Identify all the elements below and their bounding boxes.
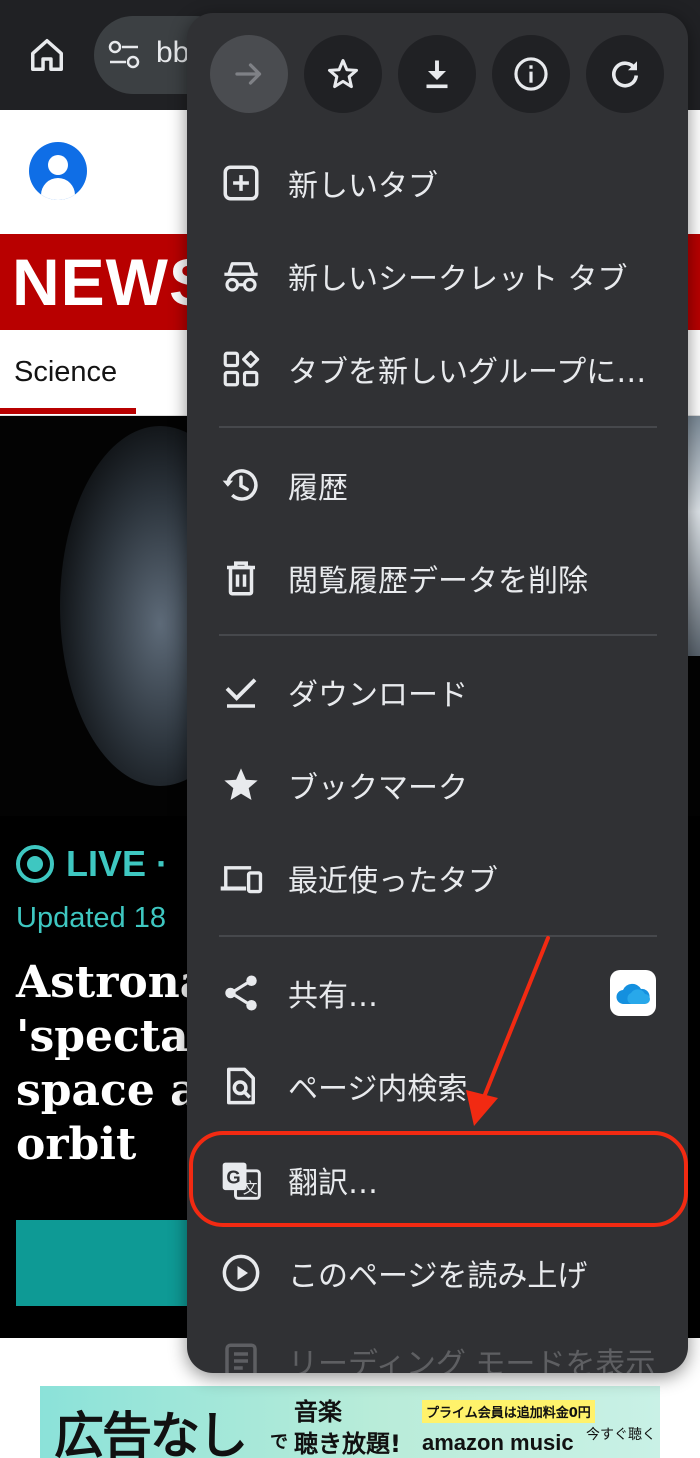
menu-item-reading-mode[interactable]: リーディング モードを表示 <box>187 1315 688 1373</box>
page-info-button[interactable] <box>492 35 570 113</box>
nav-item-science[interactable]: Science <box>14 356 117 389</box>
info-icon <box>514 57 548 91</box>
menu-item-label: 最近使ったタブ <box>288 864 498 899</box>
forward-button[interactable] <box>210 35 288 113</box>
bookmark-button[interactable] <box>304 35 382 113</box>
menu-item-label: 新しいタブ <box>288 169 438 204</box>
plus-box-icon <box>219 161 263 205</box>
home-icon <box>31 39 63 71</box>
menu-item-new-tab[interactable]: 新しいタブ <box>187 137 688 229</box>
menu-item-clear-data[interactable]: 閲覧履歴データを削除 <box>187 532 688 624</box>
live-badge: LIVE · <box>16 842 168 886</box>
menu-item-label: 履歴 <box>288 471 348 506</box>
menu-item-label: 新しいシークレット タブ <box>288 262 628 297</box>
tune-icon[interactable] <box>108 40 140 70</box>
menu-divider <box>219 634 657 636</box>
updated-time: Updated 18 <box>16 902 166 934</box>
star-filled-icon <box>219 763 263 807</box>
ad-particle: で <box>270 1432 288 1453</box>
download-page-button[interactable] <box>398 35 476 113</box>
live-icon <box>16 845 54 883</box>
refresh-icon <box>612 61 639 88</box>
menu-item-label: タブを新しいグループに… <box>288 355 647 390</box>
ad-line-1: 音楽 <box>294 1398 342 1426</box>
ad-headline: 広告なし <box>54 1407 248 1458</box>
ad-prime-note: プライム会員は追加料金0円 <box>422 1400 595 1423</box>
menu-item-bookmarks[interactable]: ブックマーク <box>187 739 688 831</box>
download-check-icon <box>219 670 263 714</box>
ad-banner[interactable]: 広告なし で 音楽 聴き放題! プライム会員は追加料金0円 amazon mus… <box>40 1386 660 1458</box>
ad-brand: amazon music <box>422 1430 574 1455</box>
live-label: LIVE · <box>66 843 169 884</box>
menu-item-history[interactable]: 履歴 <box>187 439 688 531</box>
find-in-page-icon <box>219 1064 263 1108</box>
ad-cta: 今すぐ聴く <box>586 1427 656 1443</box>
forward-icon <box>235 63 262 85</box>
menu-item-label: リーディング モードを表示 <box>288 1347 656 1373</box>
download-icon <box>426 60 448 89</box>
menu-divider <box>219 426 657 428</box>
menu-item-recent-tabs[interactable]: 最近使ったタブ <box>187 832 688 924</box>
news-wordmark: NEWS <box>12 245 214 319</box>
onedrive-icon[interactable] <box>610 970 656 1016</box>
play-circle-icon <box>219 1251 263 1295</box>
url-text: bb <box>156 36 190 69</box>
account-avatar-icon[interactable] <box>29 142 87 200</box>
menu-item-share[interactable]: 共有… <box>187 947 688 1039</box>
star-icon <box>328 59 358 89</box>
menu-item-find-in-page[interactable]: ページ内検索 <box>187 1040 688 1132</box>
menu-item-label: このページを読み上げ <box>288 1259 588 1294</box>
menu-item-downloads[interactable]: ダウンロード <box>187 646 688 738</box>
ad-line-2: 聴き放題! <box>294 1430 401 1458</box>
devices-icon <box>219 856 263 900</box>
trash-icon <box>219 556 263 600</box>
menu-item-label: 共有… <box>288 979 378 1014</box>
refresh-button[interactable] <box>586 35 664 113</box>
menu-item-label: 閲覧履歴データを削除 <box>288 564 588 599</box>
menu-item-label: ブックマーク <box>288 771 468 806</box>
incognito-icon <box>219 254 263 298</box>
group-icon <box>219 347 263 391</box>
menu-item-read-aloud[interactable]: このページを読み上げ <box>187 1227 688 1319</box>
reading-mode-icon <box>219 1339 263 1373</box>
menu-item-tab-to-group[interactable]: タブを新しいグループに… <box>187 323 688 415</box>
menu-action-row <box>187 13 688 133</box>
menu-item-new-incognito-tab[interactable]: 新しいシークレット タブ <box>187 230 688 322</box>
share-icon <box>219 971 263 1015</box>
history-icon <box>219 463 263 507</box>
nav-active-indicator <box>0 408 136 414</box>
menu-item-label: ダウンロード <box>288 678 468 713</box>
home-button[interactable] <box>22 30 72 80</box>
translate-highlight-outline <box>189 1131 688 1227</box>
annotation-arrow-icon <box>466 936 550 1126</box>
menu-divider <box>219 935 657 937</box>
